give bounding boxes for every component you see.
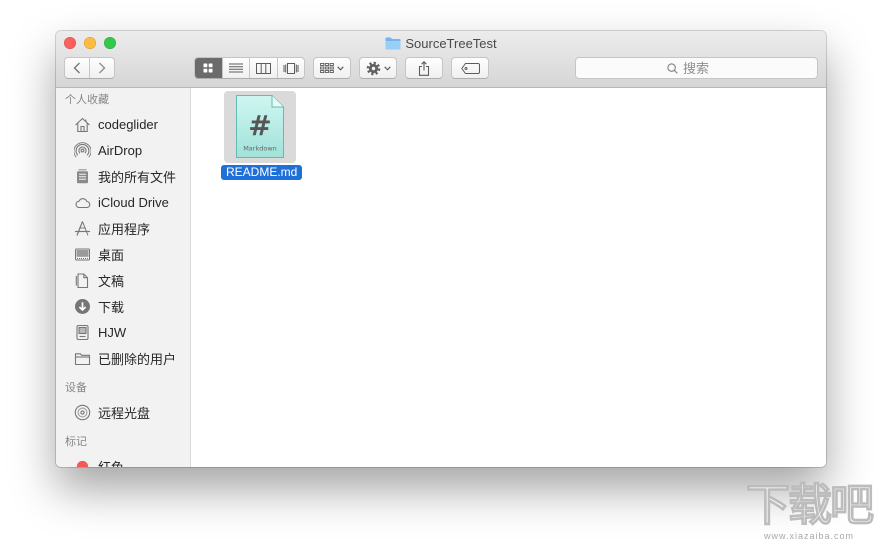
sidebar-item-label: codeglider bbox=[98, 116, 158, 132]
sidebar-item-documents[interactable]: 文稿 bbox=[56, 267, 190, 293]
cloud-icon bbox=[74, 194, 91, 211]
forward-button[interactable] bbox=[89, 58, 114, 78]
watermark: 下载吧 www.xiazaiba.com bbox=[740, 480, 878, 541]
search-input[interactable] bbox=[576, 58, 817, 78]
close-button[interactable] bbox=[64, 37, 76, 49]
icon-view-icon bbox=[203, 63, 213, 73]
cover-flow-button[interactable] bbox=[276, 58, 305, 78]
tag-button[interactable] bbox=[451, 57, 489, 79]
sidebar-item-label: 我的所有文件 bbox=[98, 169, 177, 185]
folder-icon bbox=[74, 350, 91, 367]
sidebar-section-header-tags: 标记 bbox=[65, 436, 87, 448]
home-icon bbox=[74, 116, 91, 133]
sidebar-section-header-favorites: 个人收藏 bbox=[65, 94, 109, 106]
file-name-label[interactable]: README.md bbox=[221, 165, 303, 180]
column-view-icon bbox=[255, 62, 271, 74]
sidebar-item-label: 应用程序 bbox=[98, 221, 151, 237]
folder-icon bbox=[385, 37, 401, 50]
icon-view-button[interactable] bbox=[195, 58, 222, 78]
chevron-down-icon bbox=[337, 65, 344, 71]
sidebar-item-label: AirDrop bbox=[98, 142, 143, 158]
toolbar: SourceTreeTest bbox=[56, 31, 826, 88]
markdown-file-icon[interactable]: # Markdown bbox=[224, 91, 296, 163]
group-button[interactable] bbox=[313, 57, 351, 79]
zoom-button[interactable] bbox=[104, 37, 116, 49]
sidebar-item-label: 红色 bbox=[98, 459, 125, 468]
sidebar-item-codeglider[interactable]: codeglider bbox=[56, 111, 190, 137]
sidebar-item-label: 文稿 bbox=[98, 273, 125, 289]
cover-flow-icon bbox=[283, 62, 299, 74]
sidebar-item-remote-disc[interactable]: 远程光盘 bbox=[56, 399, 190, 425]
view-mode-control bbox=[194, 57, 305, 79]
file-item[interactable]: # Markdown README.md bbox=[221, 91, 303, 181]
search-field bbox=[575, 57, 818, 79]
sidebar-item-label: 已删除的用户 bbox=[98, 351, 177, 367]
sidebar-item-deleted-users[interactable]: 已删除的用户 bbox=[56, 345, 190, 371]
all-files-icon bbox=[74, 168, 91, 185]
share-icon bbox=[418, 60, 430, 76]
action-button[interactable] bbox=[359, 57, 397, 79]
sidebar: 个人收藏 codeglider AirDrop 我的所有文件 iCloud Dr… bbox=[56, 88, 191, 467]
window-title-text: SourceTreeTest bbox=[405, 35, 497, 51]
sidebar-item-tag-red[interactable]: 红色 bbox=[56, 453, 190, 467]
chevron-left-icon bbox=[73, 62, 81, 74]
tag-icon bbox=[460, 62, 480, 74]
back-forward-control bbox=[64, 57, 115, 79]
applications-icon bbox=[74, 220, 91, 237]
sidebar-section-header-devices: 设备 bbox=[65, 382, 87, 394]
sidebar-item-hjw[interactable]: HJW bbox=[56, 319, 190, 345]
list-view-icon bbox=[228, 63, 243, 73]
watermark-logo-text: 下载吧 bbox=[745, 480, 874, 530]
list-view-button[interactable] bbox=[221, 58, 250, 78]
sidebar-item-icloud-drive[interactable]: iCloud Drive bbox=[56, 189, 190, 215]
finder-window: SourceTreeTest 搜索 个人收藏 codeglider AirDro… bbox=[56, 31, 826, 467]
sidebar-item-applications[interactable]: 应用程序 bbox=[56, 215, 190, 241]
sidebar-item-downloads[interactable]: 下载 bbox=[56, 293, 190, 319]
sidebar-item-label: 下载 bbox=[98, 299, 125, 315]
documents-icon bbox=[74, 272, 91, 289]
sidebar-item-label: HJW bbox=[98, 324, 127, 340]
tag-dot-icon bbox=[74, 458, 91, 467]
sidebar-item-label: 远程光盘 bbox=[98, 405, 151, 421]
airdrop-icon bbox=[74, 141, 91, 159]
downloads-icon bbox=[74, 298, 91, 315]
drive-icon bbox=[74, 324, 91, 341]
sidebar-item-airdrop[interactable]: AirDrop bbox=[56, 137, 190, 163]
window-title: SourceTreeTest bbox=[56, 34, 826, 52]
gear-icon bbox=[366, 61, 381, 76]
disc-icon bbox=[74, 404, 91, 421]
file-browser-area: # Markdown README.md bbox=[191, 88, 826, 467]
minimize-button[interactable] bbox=[84, 37, 96, 49]
file-icon-symbol: # bbox=[248, 109, 271, 142]
search-icon bbox=[667, 63, 678, 74]
sidebar-item-all-my-files[interactable]: 我的所有文件 bbox=[56, 163, 190, 189]
chevron-right-icon bbox=[98, 62, 106, 74]
share-button[interactable] bbox=[405, 57, 443, 79]
sidebar-item-label: 桌面 bbox=[98, 247, 125, 263]
file-icon-caption: Markdown bbox=[243, 145, 277, 153]
chevron-down-icon bbox=[383, 65, 391, 71]
desktop-icon bbox=[74, 246, 91, 263]
sidebar-item-label: iCloud Drive bbox=[98, 194, 169, 210]
column-view-button[interactable] bbox=[249, 58, 277, 78]
group-icon bbox=[320, 63, 334, 73]
watermark-url: www.xiazaiba.com bbox=[763, 531, 855, 541]
sidebar-item-desktop[interactable]: 桌面 bbox=[56, 241, 190, 267]
back-button[interactable] bbox=[65, 58, 89, 78]
